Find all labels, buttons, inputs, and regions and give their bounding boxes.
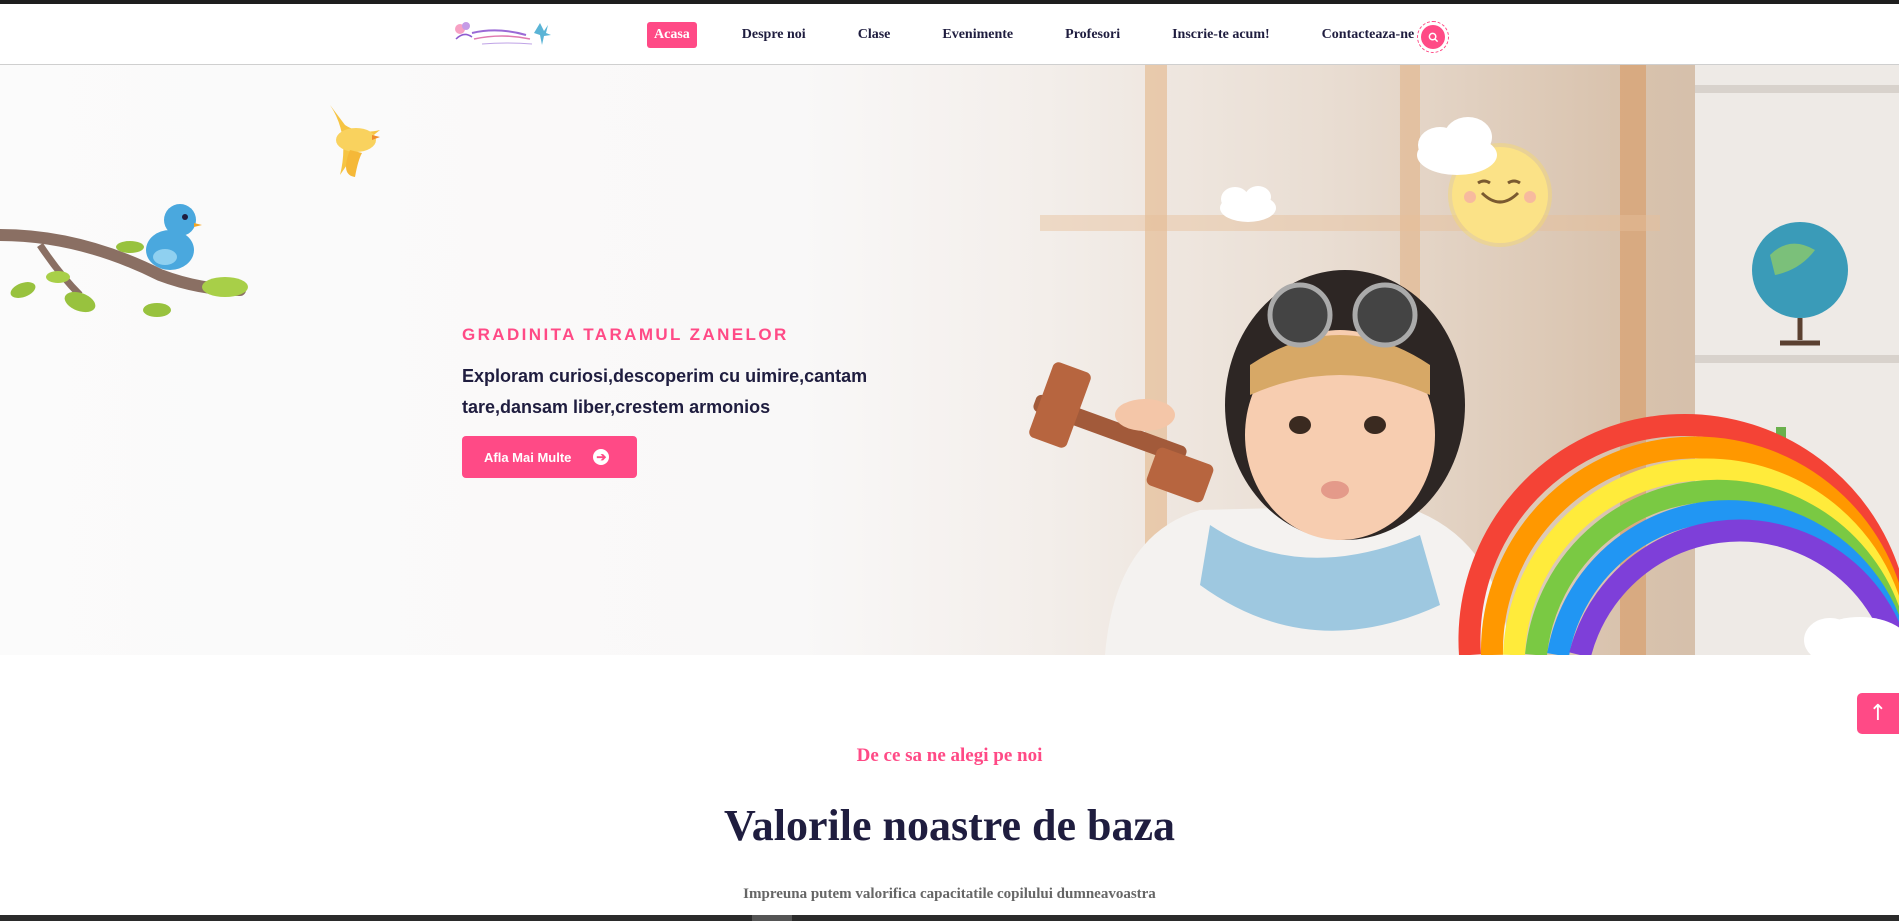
section-subtitle: Impreuna putem valorifica capacitatile c… (743, 886, 1156, 902)
nav-item-clase[interactable]: Clase (851, 22, 898, 48)
hero-content: GRADINITA TARAMUL ZANELOR Exploram curio… (462, 325, 922, 478)
sun-cloud-illustration (1417, 117, 1497, 175)
nav-item-acasa[interactable]: Acasa (647, 22, 697, 48)
horizontal-scrollbar[interactable] (0, 915, 1899, 921)
section-eyebrow: De ce sa ne alegi pe noi (856, 745, 1043, 766)
nav-item-evenimente[interactable]: Evenimente (935, 22, 1020, 48)
branch-with-bird-illustration (0, 204, 248, 317)
site-logo[interactable] (452, 17, 554, 51)
search-button[interactable] (1417, 21, 1449, 53)
scroll-to-top-button[interactable]: ↑ (1857, 693, 1899, 734)
section-title: Valorile noastre de baza (724, 801, 1175, 850)
nav-item-despre-noi[interactable]: Despre noi (735, 22, 813, 48)
search-icon (1428, 32, 1438, 42)
hero-background-illustration (0, 65, 1899, 655)
site-header: Acasa Despre noi Clase Evenimente Profes… (0, 4, 1899, 65)
hero-eyebrow: GRADINITA TARAMUL ZANELOR (462, 325, 789, 344)
scrollbar-thumb[interactable] (752, 915, 792, 921)
nav-item-inscrie-te[interactable]: Inscrie-te acum! (1165, 22, 1277, 48)
arrow-right-circle-icon: ➔ (593, 449, 610, 465)
learn-more-label: Afla Mai Multe (484, 449, 572, 465)
rainbow-cloud-illustration (1804, 617, 1899, 655)
hero-banner: GRADINITA TARAMUL ZANELOR Exploram curio… (0, 65, 1899, 655)
small-cloud-illustration (1220, 186, 1276, 222)
learn-more-button[interactable]: Afla Mai Multe ➔ (462, 436, 637, 478)
flying-bird-illustration (330, 105, 380, 177)
hero-description: Exploram curiosi,descoperim cu uimire,ca… (462, 366, 868, 417)
nav-item-contacteaza-ne[interactable]: Contacteaza-ne (1315, 22, 1422, 48)
nav-item-profesori[interactable]: Profesori (1058, 22, 1127, 48)
child-with-airplane-photo (1029, 270, 1510, 655)
main-nav: Acasa Despre noi Clase Evenimente Profes… (647, 21, 1459, 49)
